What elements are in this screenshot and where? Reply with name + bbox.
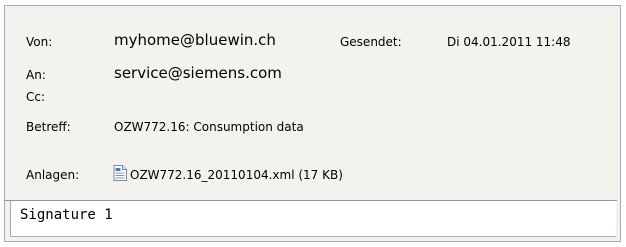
- sent-date: Di 04.01.2011 11:48: [447, 35, 571, 49]
- from-label: Von:: [26, 35, 53, 49]
- cc-label: Cc:: [26, 90, 46, 104]
- subject-value: OZW772.16: Consumption data: [114, 120, 304, 134]
- message-body-text: Signature 1: [20, 207, 113, 223]
- sent-label: Gesendet:: [340, 35, 402, 49]
- subject-label: Betreff:: [26, 120, 71, 134]
- from-address[interactable]: myhome@bluewin.ch: [114, 31, 276, 49]
- to-label: An:: [26, 68, 46, 82]
- xml-file-icon[interactable]: [113, 165, 127, 181]
- attachments-label: Anlagen:: [26, 168, 80, 182]
- to-address[interactable]: service@siemens.com: [114, 64, 282, 82]
- attachment-link[interactable]: OZW772.16_20110104.xml (17 KB): [130, 168, 343, 182]
